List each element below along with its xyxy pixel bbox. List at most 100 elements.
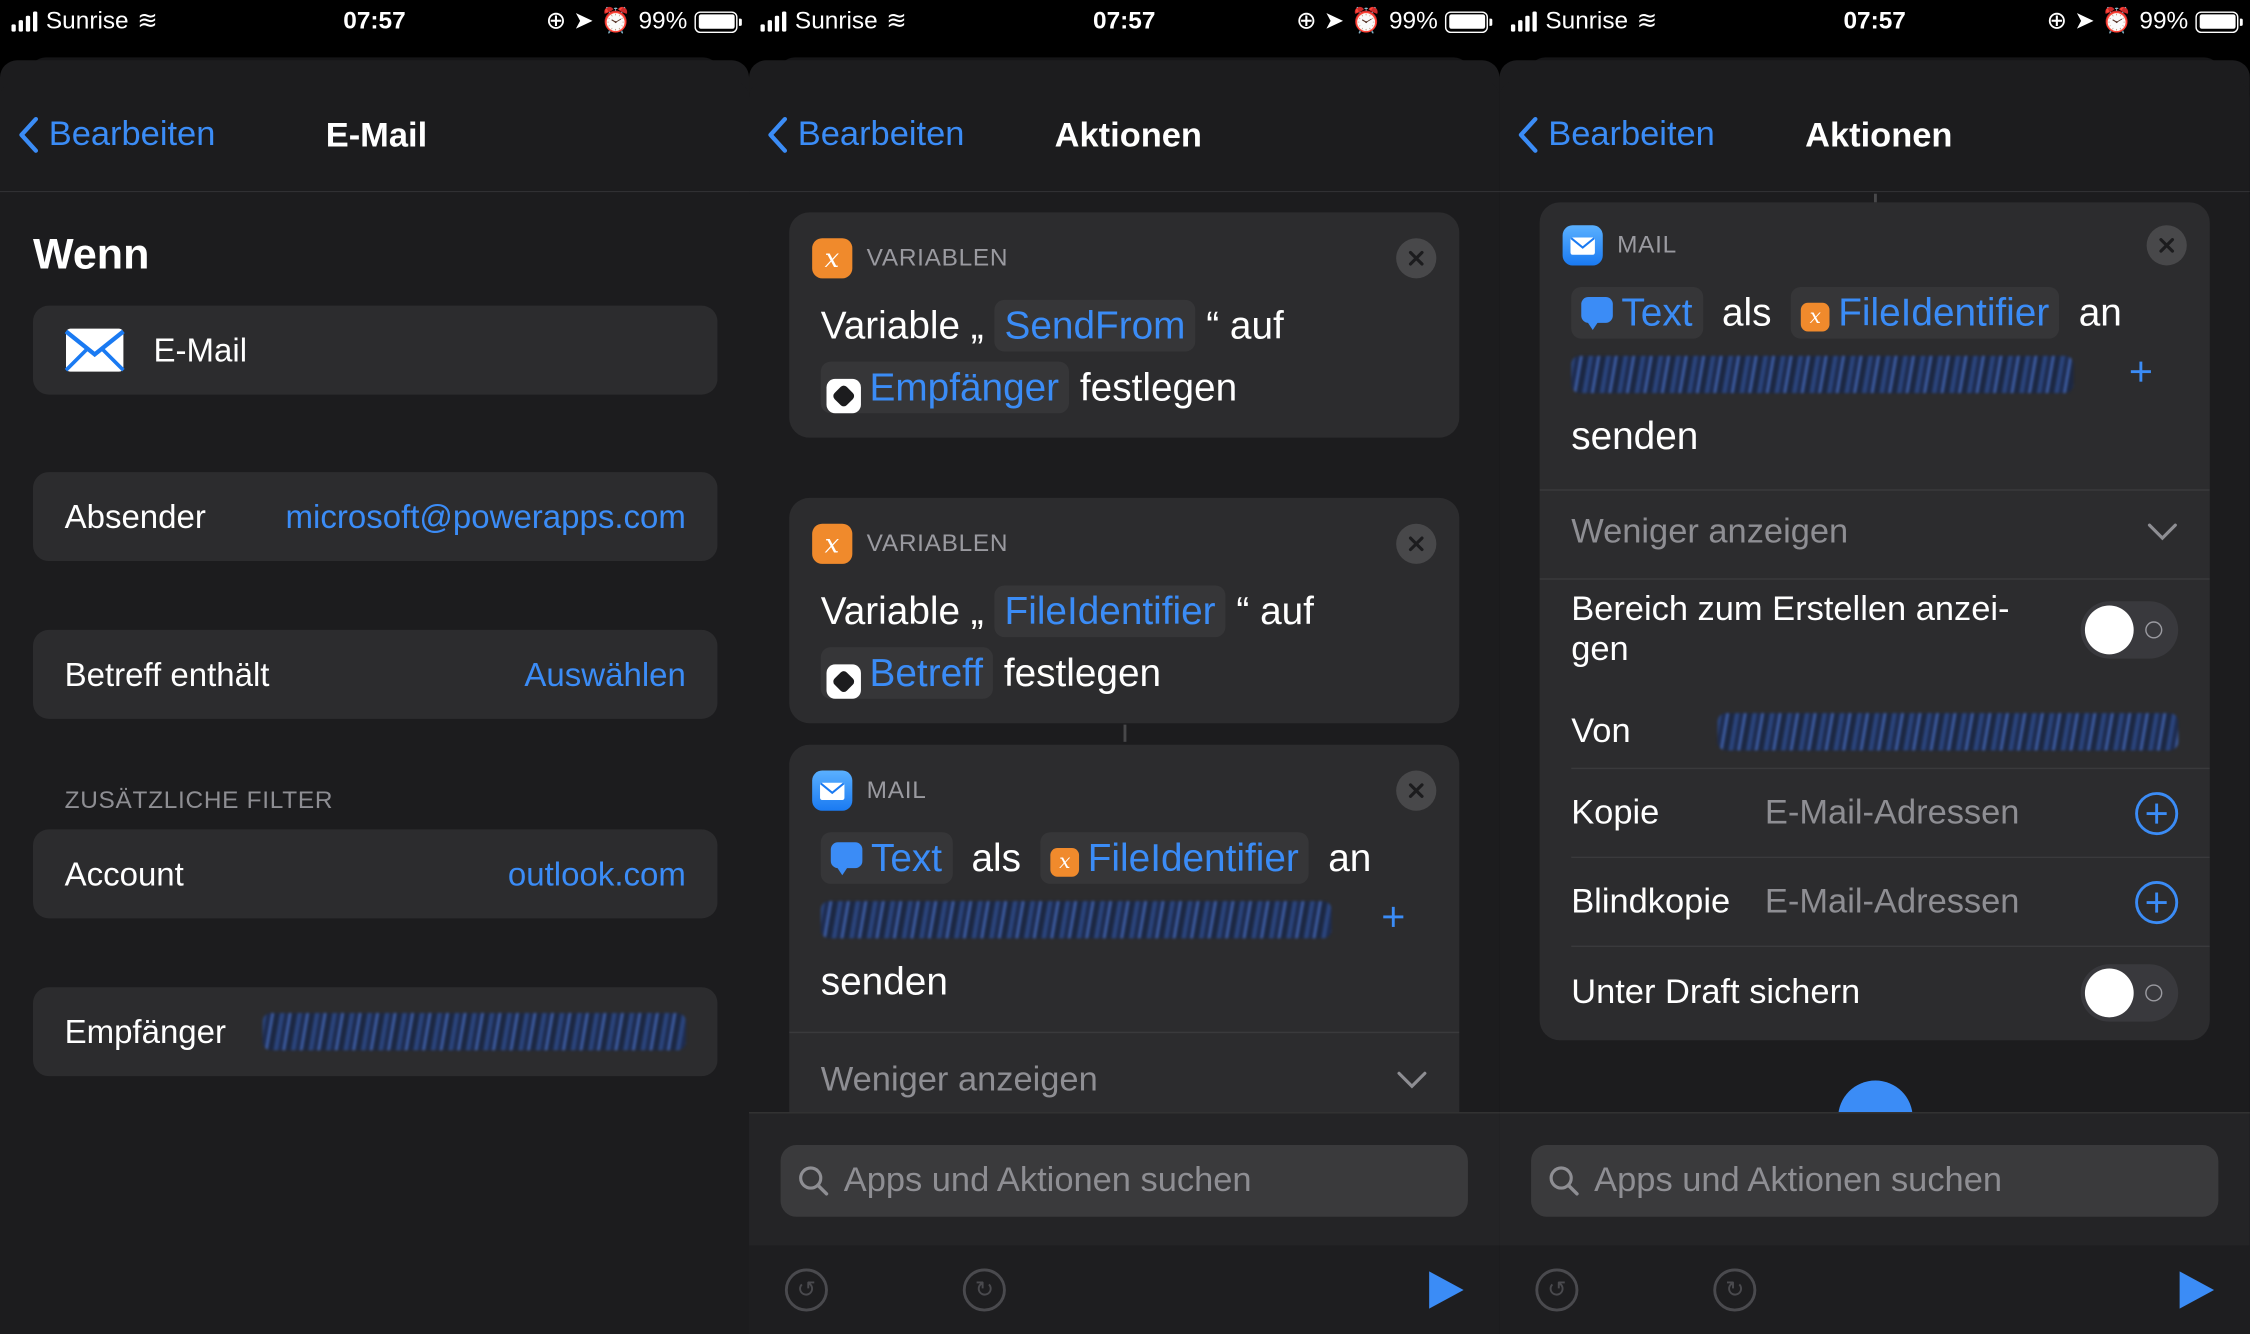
card-category: MAIL [1617,231,1677,259]
show-less-toggle[interactable]: Weniger anzeigen [1571,512,2178,552]
text-festlegen: festlegen [1079,365,1238,409]
panel-actions-1: Sunrise ≋ 07:57 ⊕ ➤ ⏰ 99% Bearbeiten Aktione… [749,0,1500,1334]
text-token-label: Text [1621,291,1693,335]
text-token[interactable]: Text [1571,286,1703,339]
cc-placeholder: E-Mail-Adressen [1764,793,2020,833]
variable-icon: x [812,238,853,279]
nav-bar: Bearbeiten Aktionen [1499,80,2250,193]
mail-icon [64,328,125,372]
recipient-redacted [262,1013,686,1051]
add-recipient-button[interactable] [1371,895,1414,938]
redo-button[interactable]: ↻ [962,1268,1006,1312]
chevron-left-icon [768,116,788,153]
page-title: Aktionen [1805,116,1953,155]
from-label: Von [1571,711,1631,751]
add-bcc-button[interactable] [2135,881,2179,925]
remove-action-button[interactable] [1396,238,1437,279]
trigger-label: E-Mail [153,330,248,369]
close-icon [1408,783,1424,798]
add-recipient-button[interactable] [2119,350,2162,393]
page-title: Aktionen [1054,116,1202,155]
lock-rotation-icon: ⊕ [2046,7,2068,35]
shortcut-input-icon [826,378,861,414]
mail-app-icon [812,770,853,811]
run-button[interactable] [2179,1271,2215,1309]
fileidentifier-token[interactable]: x FileIdentifier [1040,832,1309,884]
text-auf: “ auf [1236,589,1314,633]
text-senden: senden [1571,414,1699,458]
subject-row[interactable]: Betreff enthält Auswählen [33,629,718,719]
account-value: outlook.com [507,854,686,892]
subject-label: Betreff enthält [64,655,270,693]
text-auf: “ auf [1206,304,1284,348]
from-redacted [1717,713,2179,751]
compose-sheet-label: Bereich zum Erstellen anzei-gen [1571,589,2010,669]
subject-token[interactable]: Betreff [820,647,994,699]
text-als: als [1721,291,1772,335]
undo-button[interactable]: ↺ [784,1268,828,1312]
variable-name-token[interactable]: FileIdentifier [994,585,1226,638]
remove-action-button[interactable] [2146,225,2187,266]
show-less-toggle[interactable]: Weniger anzeigen [821,1060,1428,1100]
undo-button[interactable]: ↺ [1535,1268,1579,1312]
bcc-row[interactable]: Blindkopie E-Mail-Adressen [1571,865,2179,940]
variable-icon: x [1800,302,1830,332]
chevron-left-icon [19,116,39,153]
action-card-set-variable-fileidentifier[interactable]: x VARIABLEN Variable „ FileIdentifier “ a… [789,497,1460,724]
status-bar: Sunrise ≋ 07:57 ⊕ ➤ ⏰ 99% [0,0,749,43]
search-input[interactable]: Apps und Aktionen suchen [1531,1145,2219,1217]
close-icon [1408,250,1424,266]
alarm-icon: ⏰ [2101,7,2133,35]
remove-action-button[interactable] [1396,770,1437,811]
back-label: Bearbeiten [48,114,216,154]
variable-name-token[interactable]: SendFrom [994,299,1196,352]
show-less-label: Weniger anzeigen [1571,512,1849,552]
recipient-row[interactable]: Empfänger [33,987,718,1077]
sender-row[interactable]: Absender microsoft@powerapps.com [33,472,718,562]
undo-icon: ↺ [796,1278,817,1303]
redo-button[interactable]: ↻ [1713,1268,1757,1312]
search-icon [799,1166,829,1196]
close-icon [1408,536,1424,552]
text-bubble-icon [1581,297,1613,331]
back-button[interactable]: Bearbeiten [1517,115,1715,155]
account-row[interactable]: Account outlook.com [33,829,718,919]
text-an: an [2078,291,2122,335]
sender-value: microsoft@powerapps.com [285,497,686,535]
text-bubble-icon [830,842,863,876]
save-draft-toggle[interactable] [2080,964,2179,1022]
nav-bar: Bearbeiten Aktionen [749,80,1500,193]
remove-action-button[interactable] [1396,523,1437,564]
back-button[interactable]: Bearbeiten [766,115,964,155]
trigger-cell[interactable]: E-Mail [33,305,718,395]
card-category: VARIABLEN [866,243,1009,272]
subject-value: Auswählen [524,655,686,693]
recipient-token[interactable]: Empfänger [820,361,1070,414]
show-less-label: Weniger anzeigen [820,1060,1098,1100]
compose-sheet-toggle[interactable] [2080,601,2179,659]
add-cc-button[interactable] [2135,792,2179,836]
location-icon: ➤ [573,7,594,35]
search-input[interactable]: Apps und Aktionen suchen [780,1145,1468,1217]
connector-line [1123,724,1127,742]
lock-rotation-icon: ⊕ [1296,7,1317,35]
action-card-send-mail[interactable]: MAIL Text als x FileIdentifier an senden … [789,744,1460,1147]
back-button[interactable]: Bearbeiten [17,115,215,155]
back-label: Bearbeiten [1548,114,1715,154]
run-button[interactable] [1429,1271,1464,1309]
text-token[interactable]: Text [820,832,953,884]
fileidentifier-token[interactable]: x FileIdentifier [1790,286,2060,339]
variable-icon: x [812,523,853,564]
text-variable: Variable „ [820,589,984,633]
filter-section-label: ZUSÄTZLICHE FILTER [64,786,334,814]
from-row[interactable]: Von [1571,696,2179,768]
text-an: an [1328,836,1372,880]
recipient-token-label: Empfänger [869,365,1060,409]
action-card-send-mail-expanded[interactable]: MAIL Text als x FileIdentifier an senden … [1539,202,2210,1041]
text-variable: Variable „ [820,304,984,348]
mail-app-icon [1562,225,1603,266]
cc-row[interactable]: Kopie E-Mail-Adressen [1571,776,2179,851]
card-category: VARIABLEN [866,529,1009,557]
action-card-set-variable-sendfrom[interactable]: x VARIABLEN Variable „ SendFrom “ auf Emp… [789,212,1460,438]
text-token-label: Text [870,836,943,880]
